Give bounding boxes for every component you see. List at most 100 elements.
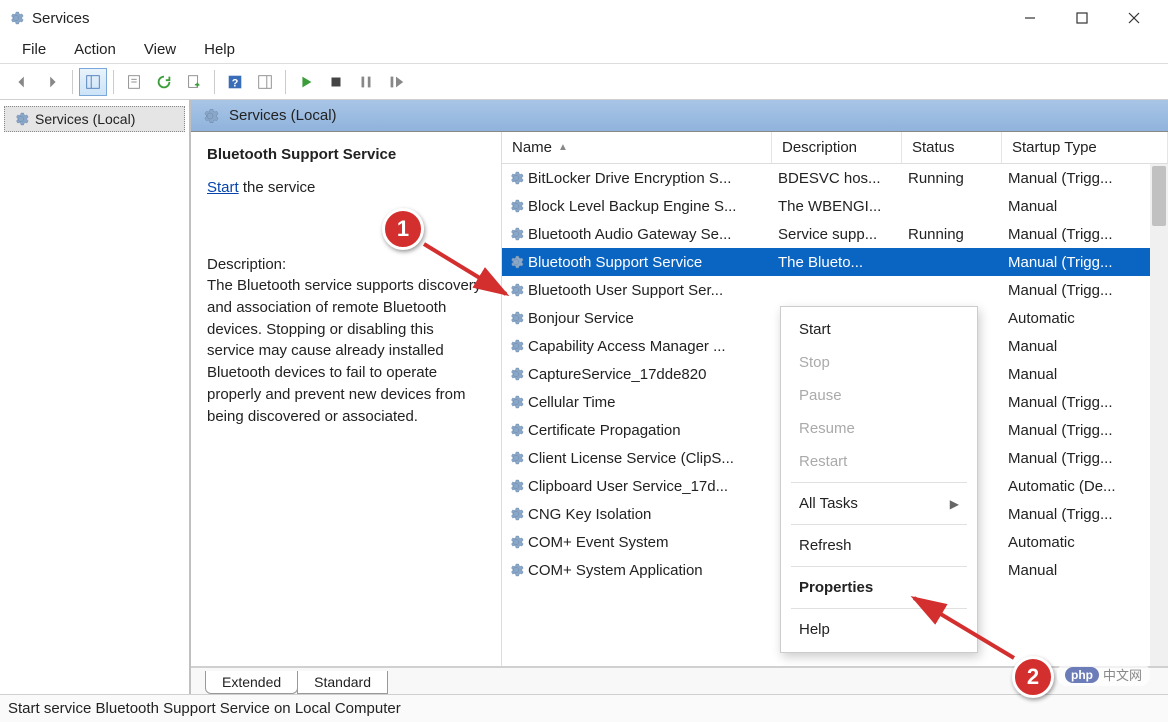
svg-text:?: ?: [232, 77, 239, 89]
cell-name: COM+ Event System: [502, 534, 772, 551]
service-row[interactable]: Block Level Backup Engine S...The WBENGI…: [502, 192, 1168, 220]
restart-service-button[interactable]: [382, 68, 410, 96]
minimize-button[interactable]: [1004, 0, 1056, 36]
column-header-status[interactable]: Status: [902, 132, 1002, 163]
cell-startup-type: Manual: [1002, 366, 1168, 383]
help-button[interactable]: ?: [221, 68, 249, 96]
cell-name: Bluetooth User Support Ser...: [502, 282, 772, 299]
context-menu-refresh[interactable]: Refresh: [781, 529, 977, 562]
cell-startup-type: Automatic: [1002, 534, 1168, 551]
cell-name: Clipboard User Service_17d...: [502, 478, 772, 495]
right-pane: Services (Local) Bluetooth Support Servi…: [190, 100, 1168, 694]
cell-status: Running: [902, 170, 1002, 187]
cell-name: Bluetooth Audio Gateway Se...: [502, 226, 772, 243]
description-label: Description:: [207, 256, 485, 273]
column-header-description[interactable]: Description: [772, 132, 902, 163]
context-menu-properties[interactable]: Properties: [781, 571, 977, 604]
show-hide-console-tree-button[interactable]: [79, 68, 107, 96]
close-button[interactable]: [1108, 0, 1160, 36]
cell-name: Certificate Propagation: [502, 422, 772, 439]
context-menu-help[interactable]: Help: [781, 613, 977, 646]
window-title: Services: [32, 10, 1004, 27]
menu-file[interactable]: File: [8, 38, 60, 61]
gear-icon: [508, 506, 524, 522]
cell-name: Cellular Time: [502, 394, 772, 411]
detail-pane: Bluetooth Support Service Start the serv…: [191, 132, 501, 666]
gear-icon: [508, 394, 524, 410]
scrollbar-thumb[interactable]: [1152, 166, 1166, 226]
tree-item-label: Services (Local): [35, 111, 135, 127]
statusbar-text: Start service Bluetooth Support Service …: [8, 700, 401, 717]
cell-name: CNG Key Isolation: [502, 506, 772, 523]
gear-icon: [508, 534, 524, 550]
cell-name: Bluetooth Support Service: [502, 254, 772, 271]
cell-startup-type: Manual (Trigg...: [1002, 394, 1168, 411]
cell-name: CaptureService_17dde820: [502, 366, 772, 383]
context-menu-restart: Restart: [781, 445, 977, 478]
start-service-line: Start the service: [207, 179, 485, 196]
tab-standard[interactable]: Standard: [297, 671, 388, 694]
properties-button[interactable]: [120, 68, 148, 96]
menubar: File Action View Help: [0, 36, 1168, 64]
client-area: Services (Local) Services (Local) Blueto…: [0, 100, 1168, 694]
gear-icon: [508, 310, 524, 326]
cell-description: BDESVC hos...: [772, 170, 902, 187]
nav-forward-button[interactable]: [38, 68, 66, 96]
cell-description: Service supp...: [772, 226, 902, 243]
start-service-link[interactable]: Start: [207, 179, 239, 196]
menu-view[interactable]: View: [130, 38, 190, 61]
context-menu: Start Stop Pause Resume Restart All Task…: [780, 306, 978, 653]
service-row[interactable]: Bluetooth Audio Gateway Se...Service sup…: [502, 220, 1168, 248]
gear-icon: [508, 198, 524, 214]
gear-icon: [508, 226, 524, 242]
column-headers: Name▲ Description Status Startup Type: [502, 132, 1168, 164]
gear-icon: [508, 422, 524, 438]
show-hide-action-pane-button[interactable]: [251, 68, 279, 96]
maximize-button[interactable]: [1056, 0, 1108, 36]
stop-service-button[interactable]: [322, 68, 350, 96]
gear-icon: [508, 282, 524, 298]
cell-name: Capability Access Manager ...: [502, 338, 772, 355]
annotation-badge-2: 2: [1012, 656, 1054, 698]
context-menu-stop: Stop: [781, 346, 977, 379]
context-menu-start[interactable]: Start: [781, 313, 977, 346]
tree-pane: Services (Local): [0, 100, 190, 694]
right-pane-header: Services (Local): [191, 100, 1168, 132]
cell-startup-type: Manual (Trigg...: [1002, 170, 1168, 187]
statusbar: Start service Bluetooth Support Service …: [0, 694, 1168, 722]
start-service-button[interactable]: [292, 68, 320, 96]
gear-icon: [508, 366, 524, 382]
cell-name: Bonjour Service: [502, 310, 772, 327]
service-row[interactable]: BitLocker Drive Encryption S...BDESVC ho…: [502, 164, 1168, 192]
cell-startup-type: Manual (Trigg...: [1002, 506, 1168, 523]
menu-help[interactable]: Help: [190, 38, 249, 61]
service-row[interactable]: Bluetooth User Support Ser... Manual (Tri…: [502, 276, 1168, 304]
cell-description: The Blueto...: [772, 254, 902, 271]
vertical-scrollbar[interactable]: [1150, 164, 1168, 666]
column-header-startup-type[interactable]: Startup Type: [1002, 132, 1168, 163]
nav-back-button[interactable]: [8, 68, 36, 96]
tree-item-services-local[interactable]: Services (Local): [4, 106, 185, 132]
service-row[interactable]: Bluetooth Support ServiceThe Blueto...Ma…: [502, 248, 1168, 276]
selected-service-name: Bluetooth Support Service: [207, 146, 485, 163]
cell-startup-type: Manual (Trigg...: [1002, 282, 1168, 299]
export-list-button[interactable]: [180, 68, 208, 96]
annotation-badge-1: 1: [382, 208, 424, 250]
gear-icon: [508, 338, 524, 354]
context-menu-all-tasks[interactable]: All Tasks▶: [781, 487, 977, 520]
cell-name: Block Level Backup Engine S...: [502, 198, 772, 215]
cell-startup-type: Automatic: [1002, 310, 1168, 327]
pause-service-button[interactable]: [352, 68, 380, 96]
tab-extended[interactable]: Extended: [205, 671, 298, 694]
toolbar: ?: [0, 64, 1168, 100]
cell-name: Client License Service (ClipS...: [502, 450, 772, 467]
cell-startup-type: Manual (Trigg...: [1002, 450, 1168, 467]
refresh-button[interactable]: [150, 68, 178, 96]
cell-name: COM+ System Application: [502, 562, 772, 579]
description-text: The Bluetooth service supports discovery…: [207, 275, 485, 427]
cell-description: The WBENGI...: [772, 198, 902, 215]
column-header-name[interactable]: Name▲: [502, 132, 772, 163]
gear-icon: [508, 450, 524, 466]
menu-action[interactable]: Action: [60, 38, 130, 61]
cell-startup-type: Manual: [1002, 198, 1168, 215]
